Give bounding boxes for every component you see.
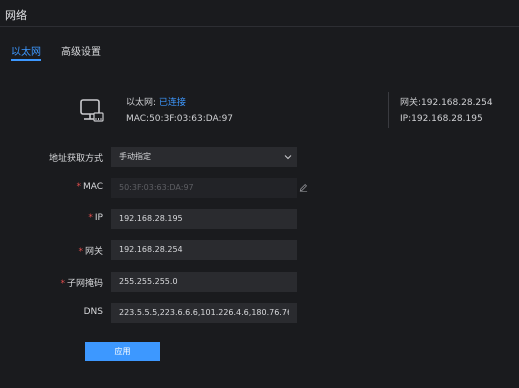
mac-label-text: MAC (82, 182, 103, 192)
mac-label: * MAC (76, 182, 103, 192)
monitor-network-icon (80, 99, 104, 122)
status-state: 已连接 (158, 98, 186, 108)
row-mac: * MAC (0, 178, 519, 198)
ip-field[interactable] (111, 209, 297, 229)
dns-label: DNS (83, 307, 103, 317)
required-mark: * (76, 182, 81, 192)
status-gateway: 网关:192.168.28.254 (400, 98, 493, 108)
tab-advanced-settings[interactable]: 高级设置 (61, 43, 101, 58)
tab-ethernet[interactable]: 以太网 (11, 43, 41, 58)
connection-info: 以太网: 已连接 MAC:50:3F:03:63:DA:97 网关:192.16… (0, 90, 519, 130)
gateway-label: * 网关 (78, 244, 103, 257)
row-ip: * IP (0, 209, 519, 229)
dns-field[interactable] (111, 303, 297, 323)
subnet-mask-field[interactable] (111, 272, 297, 292)
connection-status: 以太网: 已连接 (126, 95, 186, 108)
active-tab-indicator (11, 59, 41, 61)
window-title: 网络 (5, 9, 27, 22)
required-mark: * (88, 213, 93, 223)
gateway-label-text: 网关 (84, 247, 103, 257)
status-ip: IP:192.168.28.195 (400, 114, 483, 124)
subnet-mask-label-text: 子网掩码 (66, 279, 103, 289)
gateway-field[interactable] (111, 240, 297, 260)
required-mark: * (60, 279, 65, 289)
subnet-mask-label: * 子网掩码 (60, 276, 103, 289)
apply-button[interactable]: 应用 (85, 342, 160, 361)
mac-field (111, 178, 297, 198)
tab-bar: 以太网 高级设置 (0, 36, 519, 62)
required-mark: * (78, 247, 83, 257)
row-address-mode: 地址获取方式 手动指定 (0, 147, 519, 167)
title-bar: 网络 (0, 0, 519, 27)
row-gateway: * 网关 (0, 240, 519, 260)
status-mac: MAC:50:3F:03:63:DA:97 (126, 114, 234, 124)
chevron-down-icon[interactable] (283, 152, 293, 162)
row-subnet-mask: * 子网掩码 (0, 272, 519, 292)
address-mode-select[interactable]: 手动指定 (111, 147, 297, 167)
address-mode-label: 地址获取方式 (48, 154, 103, 164)
ip-label-text: IP (94, 213, 103, 223)
row-dns: DNS (0, 303, 519, 323)
edit-icon[interactable] (299, 183, 308, 192)
status-prefix: 以太网: (126, 98, 159, 108)
info-divider (388, 92, 389, 128)
ip-label: * IP (88, 213, 103, 223)
